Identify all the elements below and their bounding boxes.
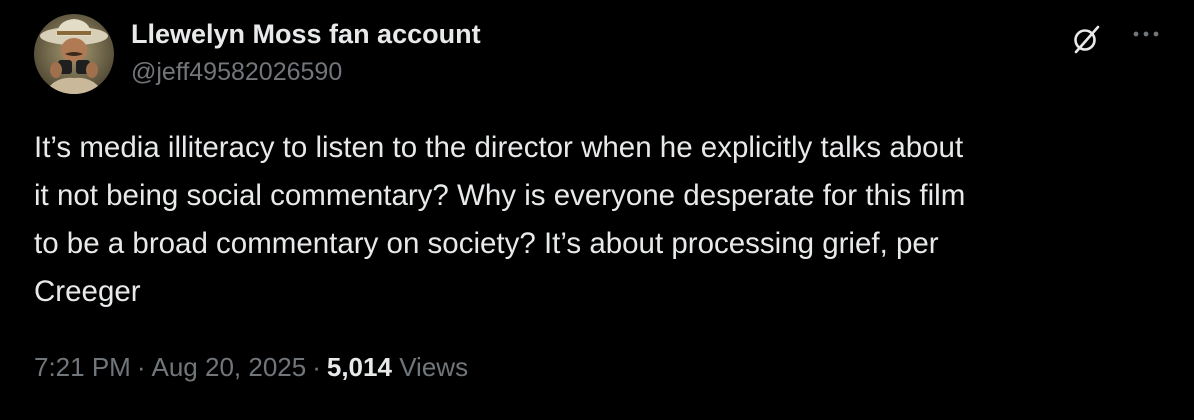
grok-icon-glyph [1074, 25, 1100, 54]
meta-separator: · [136, 352, 146, 382]
tweet-time[interactable]: 7:21 PM [34, 352, 131, 382]
grok-icon[interactable] [1068, 22, 1104, 56]
author-display-name[interactable]: Llewelyn Moss fan account [131, 18, 481, 50]
tweet-text: It’s media illiteracy to listen to the d… [34, 131, 966, 308]
meta-separator: · [312, 352, 321, 382]
tweet-card: Llewelyn Moss fan account @jeff495820265… [0, 0, 1194, 420]
avatar[interactable] [34, 14, 114, 94]
more-dots-glyph [1133, 31, 1159, 37]
tweet-meta: 7:21 PM · Aug 20, 2025 · 5,014 Views [34, 350, 468, 384]
author-handle[interactable]: @jeff49582026590 [131, 57, 342, 87]
more-horizontal-icon[interactable] [1128, 22, 1164, 52]
views-label: Views [399, 352, 469, 382]
avatar-image [34, 14, 114, 94]
views-count: 5,014 [326, 352, 392, 382]
tweet-date[interactable]: Aug 20, 2025 [152, 352, 307, 382]
